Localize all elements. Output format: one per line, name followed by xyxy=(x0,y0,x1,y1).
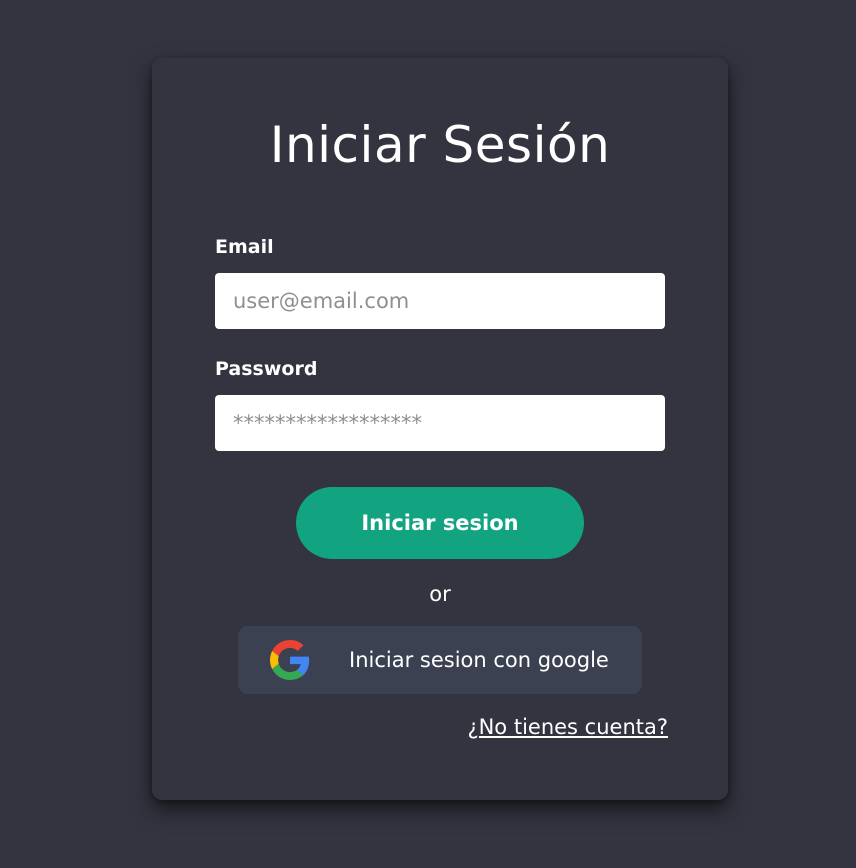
email-input[interactable] xyxy=(215,273,665,329)
or-divider: or xyxy=(429,582,451,606)
password-label: Password xyxy=(215,358,318,380)
login-button[interactable]: Iniciar sesion xyxy=(296,487,584,559)
login-card: Iniciar Sesión Email Password Iniciar se… xyxy=(152,58,728,800)
password-input[interactable] xyxy=(215,395,665,451)
signup-link[interactable]: ¿No tienes cuenta? xyxy=(467,714,668,740)
google-login-button[interactable]: Iniciar sesion con google xyxy=(238,626,642,694)
google-login-label: Iniciar sesion con google xyxy=(349,648,609,672)
page-title: Iniciar Sesión xyxy=(269,116,611,174)
email-label: Email xyxy=(215,236,274,258)
google-logo-icon xyxy=(270,640,310,680)
